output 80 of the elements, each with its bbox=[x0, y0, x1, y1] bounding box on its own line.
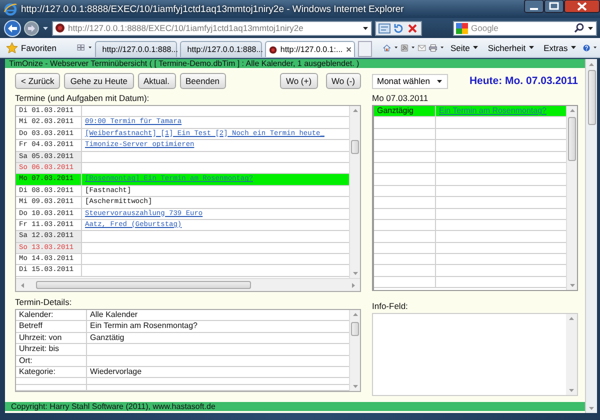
maximize-icon[interactable] bbox=[544, 0, 564, 13]
search-field[interactable]: Google bbox=[453, 20, 597, 36]
menu-button[interactable]: Sicherheit bbox=[484, 42, 538, 52]
week-button[interactable]: Wo (-) bbox=[326, 73, 361, 89]
caret-icon[interactable] bbox=[592, 45, 597, 50]
window-title: http://127.0.0.1:8888/EXEC/10/1iamfyj1ctd1aq13mmtoj1niry2e - Windows Internet Explorer bbox=[21, 4, 405, 14]
browser-tab[interactable]: http://127.0.0.1:888... bbox=[95, 41, 178, 57]
new-tab-button[interactable] bbox=[358, 41, 372, 57]
field-value: Ein Termin am Rosenmontag? bbox=[90, 321, 198, 330]
search-icon[interactable] bbox=[574, 23, 584, 33]
caret-icon bbox=[528, 45, 535, 50]
field-label: Kategorie: bbox=[19, 366, 56, 376]
page-footer: Copyright: Harry Stahl Software (2011), www.hastasoft.de bbox=[5, 402, 585, 411]
search-provider-icon bbox=[456, 22, 468, 34]
browser-tab[interactable]: http://127.0.0.1:888... bbox=[180, 41, 262, 57]
close-icon[interactable] bbox=[564, 0, 600, 13]
vertical-scrollbar[interactable] bbox=[585, 59, 597, 413]
day-row[interactable]: Ganztägig Ein Termin am Rosenmontag? bbox=[374, 106, 566, 118]
caret-icon[interactable] bbox=[362, 26, 369, 30]
site-icon bbox=[55, 23, 65, 33]
field-label: Kalender: bbox=[19, 310, 54, 319]
list-label: Termine (und Aufgaben mit Datum): bbox=[15, 94, 150, 103]
address-field[interactable]: http://127.0.0.1:8888/EXEC/10/1iamfyj1ctd1aq13mmtoj1niry2e bbox=[52, 20, 372, 36]
stop-icon[interactable] bbox=[406, 22, 419, 34]
field-label: Ort: bbox=[19, 356, 32, 365]
favorites-button[interactable]: Favoriten bbox=[6, 42, 60, 54]
back-icon[interactable] bbox=[4, 20, 21, 36]
scrollbar-thumb[interactable] bbox=[351, 322, 359, 336]
scrollbar-thumb[interactable] bbox=[36, 281, 251, 289]
info-field[interactable] bbox=[372, 313, 578, 396]
time-text: Ganztägig bbox=[377, 106, 414, 115]
nav-button[interactable]: < Zurück bbox=[15, 73, 60, 89]
close-icon[interactable] bbox=[346, 46, 352, 53]
scrollbar-thumb[interactable] bbox=[351, 140, 359, 154]
site-icon bbox=[269, 44, 278, 54]
caret-icon bbox=[472, 45, 479, 50]
field-label: Uhrzeit: von bbox=[19, 332, 62, 342]
vertical-scrollbar[interactable] bbox=[349, 310, 360, 391]
nav-button[interactable]: Aktual. bbox=[138, 73, 176, 89]
field-label: Betreff bbox=[19, 321, 42, 330]
browser-logo-icon bbox=[4, 2, 17, 16]
quick-tabs-icon[interactable] bbox=[77, 42, 86, 53]
field-label: Uhrzeit: bis bbox=[19, 344, 60, 354]
feed-icon[interactable] bbox=[401, 42, 408, 54]
menu-button[interactable]: Seite bbox=[447, 42, 482, 52]
home-icon[interactable] bbox=[383, 42, 391, 54]
caret-icon[interactable] bbox=[587, 26, 594, 30]
field-value: Alle Kalender bbox=[90, 310, 138, 319]
caret-icon[interactable] bbox=[440, 45, 444, 50]
compatibility-icon[interactable] bbox=[378, 22, 391, 34]
month-select[interactable]: Monat wählen bbox=[372, 74, 448, 88]
caret-icon[interactable] bbox=[42, 26, 49, 30]
print-icon[interactable] bbox=[428, 42, 438, 54]
vertical-scrollbar[interactable] bbox=[349, 106, 360, 278]
caret-icon bbox=[570, 45, 577, 50]
browser-tab[interactable]: http://127.0.0.1:... bbox=[265, 41, 356, 57]
info-label: Info-Feld: bbox=[372, 302, 409, 311]
field-value: Wiedervorlage bbox=[90, 366, 142, 376]
minimize-icon[interactable] bbox=[524, 0, 544, 13]
caret-icon bbox=[436, 78, 443, 84]
caret-icon[interactable] bbox=[394, 45, 398, 50]
caret-icon[interactable] bbox=[88, 45, 92, 50]
refresh-icon[interactable] bbox=[392, 22, 405, 34]
week-button[interactable]: Wo (+) bbox=[280, 73, 318, 89]
today-date: Heute: Mo. 07.03.2011 bbox=[469, 75, 578, 87]
scrollbar-thumb[interactable] bbox=[588, 70, 596, 125]
caret-icon[interactable] bbox=[411, 45, 416, 50]
vertical-scrollbar[interactable] bbox=[566, 314, 577, 395]
day-label: Mo 07.03.2011 bbox=[372, 94, 430, 103]
menu-button[interactable]: Extras bbox=[540, 42, 580, 52]
nav-button[interactable]: Gehe zu Heute bbox=[64, 73, 134, 89]
star-icon bbox=[6, 42, 18, 54]
scrollbar-thumb[interactable] bbox=[568, 117, 576, 161]
forward-icon[interactable] bbox=[24, 20, 39, 36]
page-header: TimOnize - Webserver Terminübersicht ( [ Termine-Demo.dbTim ] : Alle Kalender, 1 ausgeblendet. ) bbox=[5, 59, 585, 68]
vertical-scrollbar[interactable] bbox=[566, 106, 577, 290]
details-label: Termin-Details: bbox=[15, 298, 73, 307]
horizontal-scrollbar[interactable] bbox=[16, 278, 360, 291]
nav-button[interactable]: Beenden bbox=[180, 73, 226, 89]
field-value: Ganztätig bbox=[90, 332, 124, 342]
